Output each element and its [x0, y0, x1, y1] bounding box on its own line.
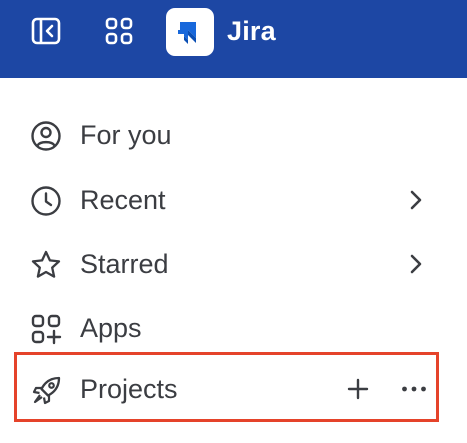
product-name: Jira	[227, 16, 276, 46]
star-icon	[30, 249, 62, 281]
sidebar-item-projects[interactable]: Projects	[14, 352, 439, 422]
app-switcher-grid-icon	[105, 17, 133, 50]
sidebar-item-for-you[interactable]: For you	[14, 106, 439, 162]
jira-logo-icon	[178, 22, 196, 44]
project-more-actions-button[interactable]	[399, 375, 429, 403]
sidebar-item-label: Starred	[80, 249, 169, 279]
plus-icon	[347, 378, 369, 400]
app-switcher-button[interactable]	[97, 11, 141, 55]
sidebar-item-apps[interactable]: Apps	[14, 299, 439, 355]
sidebar-item-label: Recent	[80, 185, 166, 215]
sidebar-item-label: Projects	[80, 374, 178, 404]
chevron-right-icon[interactable]	[402, 185, 430, 215]
sidebar-item-label: For you	[80, 120, 172, 150]
sidebar-item-label: Apps	[80, 313, 142, 343]
top-navigation-bar: Jira	[0, 0, 467, 78]
create-project-button[interactable]	[344, 375, 372, 403]
more-icon	[402, 386, 426, 392]
sidebar-item-recent[interactable]: Recent	[14, 171, 439, 227]
sidebar-collapse-icon	[31, 16, 61, 51]
jira-logo[interactable]	[166, 8, 214, 56]
person-circle-icon	[30, 120, 62, 152]
apps-add-icon	[30, 313, 62, 345]
sidebar-toggle-button[interactable]	[24, 11, 68, 55]
sidebar-item-starred[interactable]: Starred	[14, 235, 439, 291]
chevron-right-icon[interactable]	[402, 249, 430, 279]
rocket-icon	[31, 374, 63, 406]
clock-icon	[30, 185, 62, 217]
